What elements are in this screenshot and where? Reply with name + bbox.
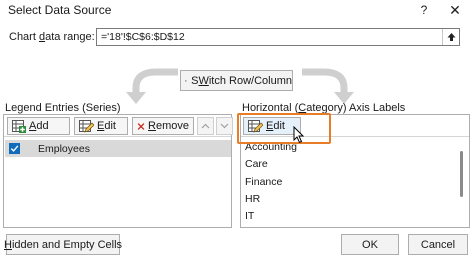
title-bar: Select Data Source ? ✕ (0, 0, 474, 20)
axis-list-scrollbar[interactable] (460, 151, 463, 197)
remove-series-button[interactable]: Remove (132, 117, 194, 135)
chevron-down-icon (220, 123, 229, 129)
add-series-icon (12, 119, 26, 133)
remove-x-icon (137, 122, 145, 130)
dialog-title: Select Data Source (8, 3, 112, 17)
category-item: IT (245, 210, 255, 222)
chart-data-range-input[interactable]: ='18'!$C$6:$D$12 (96, 28, 460, 46)
checkmark-icon (10, 145, 19, 152)
help-icon[interactable]: ? (411, 0, 437, 20)
switch-grid-icon (185, 79, 188, 82)
edit-series-icon (79, 119, 94, 133)
category-item: HR (245, 193, 261, 205)
collapse-arrow-icon (447, 32, 455, 41)
category-item: Care (245, 158, 268, 170)
series-name: Employees (38, 142, 90, 155)
remove-series-label: Remove (148, 120, 189, 132)
category-item: Finance (245, 176, 283, 188)
series-row[interactable]: Employees (5, 140, 231, 157)
add-series-button[interactable]: Add (7, 117, 70, 135)
mouse-cursor-icon (293, 126, 305, 144)
edit-series-button[interactable]: Edit (74, 117, 128, 135)
legend-entries-panel: Add Edit Remove Employees (3, 114, 233, 228)
chart-data-range-label: Chart data range: (9, 31, 95, 43)
switch-row-column-button[interactable]: SWitch Row/Column (180, 70, 293, 91)
cancel-button[interactable]: Cancel (408, 234, 468, 255)
add-series-label: Add (29, 120, 49, 132)
move-down-button[interactable] (216, 117, 233, 135)
legend-entries-label: Legend Entries (Series) (5, 102, 121, 114)
switch-row-column-label: SWitch Row/Column (191, 74, 292, 87)
move-up-button[interactable] (197, 117, 214, 135)
collapse-dialog-button[interactable] (442, 29, 459, 45)
hidden-empty-cells-button[interactable]: Hidden and Empty Cells (4, 234, 122, 255)
edit-series-label: Edit (97, 120, 116, 132)
edit-highlight-box (237, 113, 331, 144)
ok-button[interactable]: OK (341, 234, 399, 255)
legend-toolbar: Add Edit Remove (4, 115, 233, 137)
close-icon[interactable]: ✕ (442, 0, 468, 20)
chevron-up-icon (201, 123, 210, 129)
series-checkbox[interactable] (9, 143, 20, 154)
chart-data-range-value: ='18'!$C$6:$D$12 (101, 31, 185, 43)
